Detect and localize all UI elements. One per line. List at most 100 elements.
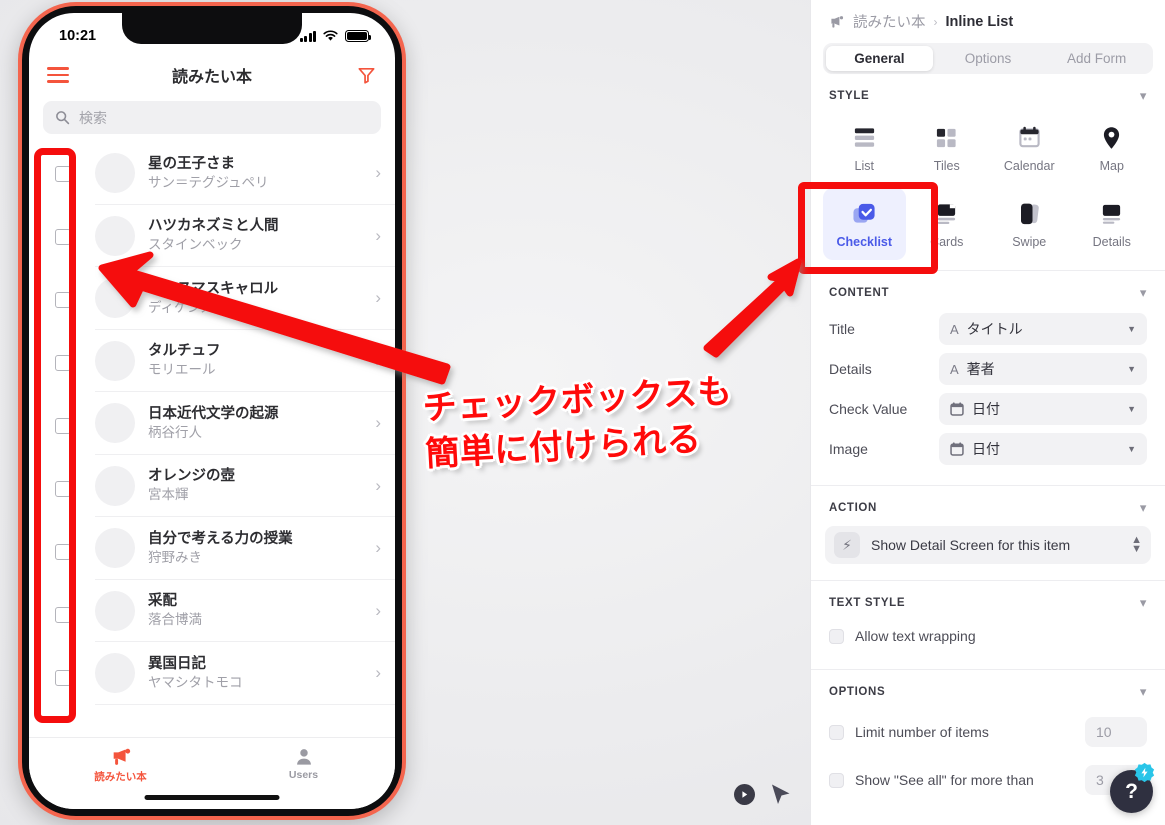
style-label: Map bbox=[1099, 158, 1124, 173]
bottom-tab-bar: 読みたい本 Users bbox=[29, 737, 395, 809]
tab-options[interactable]: Options bbox=[935, 46, 1042, 71]
text-A-icon: A bbox=[950, 321, 959, 337]
title-select[interactable]: A タイトル ▼ bbox=[939, 313, 1147, 345]
breadcrumb-app[interactable]: 読みたい本 bbox=[853, 11, 926, 32]
tab-label: Users bbox=[288, 769, 319, 781]
section-header-content[interactable]: CONTENT ▾ bbox=[811, 271, 1165, 309]
section-header-text-style[interactable]: TEXT STYLE ▾ bbox=[811, 581, 1165, 619]
option-limit-number-of-items[interactable]: Limit number of items 10 bbox=[811, 708, 1165, 756]
search-input[interactable]: 検索 bbox=[43, 101, 381, 134]
filter-funnel-icon[interactable] bbox=[356, 65, 377, 86]
chevron-down-icon[interactable]: ▾ bbox=[1140, 500, 1147, 516]
item-subtitle: モリエール bbox=[148, 362, 216, 378]
chevron-down-icon: ▼ bbox=[1127, 324, 1136, 334]
annotation-highlight-checkbox-column bbox=[34, 148, 76, 723]
mouse-pointer-icon bbox=[772, 784, 790, 804]
item-title: タルチュフ bbox=[148, 343, 221, 360]
phone-screen: 10:21 読みたい本 検索 星の王子さま サン＝テグジュペリ › ハツカネズミ… bbox=[29, 13, 395, 809]
item-title: ハツカネズミと人間 bbox=[148, 218, 279, 235]
item-subtitle: ヤマシタトモコ bbox=[148, 674, 243, 690]
battery-icon bbox=[345, 30, 372, 42]
content-field-check-value: Check Value 日付 ▼ bbox=[811, 389, 1165, 429]
list-item[interactable]: クリスマスキャロル ディケンズ › bbox=[29, 267, 395, 330]
style-option-swipe[interactable]: Swipe bbox=[988, 188, 1071, 260]
breadcrumb: 読みたい本 › Inline List bbox=[811, 0, 1165, 38]
app-header: 読みたい本 bbox=[29, 53, 395, 97]
chevron-right-icon: › bbox=[375, 475, 381, 495]
details-icon bbox=[1100, 200, 1123, 228]
chevron-right-icon: › bbox=[375, 600, 381, 620]
list-item[interactable]: タルチュフ モリエール › bbox=[29, 330, 395, 393]
page-title: 読みたい本 bbox=[171, 69, 252, 86]
option-allow-text-wrapping[interactable]: Allow text wrapping bbox=[811, 619, 1165, 653]
item-subtitle: ディケンズ bbox=[148, 299, 214, 315]
calendar-icon bbox=[1018, 124, 1041, 152]
style-label: Tiles bbox=[933, 158, 960, 173]
item-subtitle: 狩野みき bbox=[148, 549, 202, 565]
style-option-map[interactable]: Map bbox=[1071, 112, 1154, 184]
action-select[interactable]: ⚡ Show Detail Screen for this item ▲ ▼ bbox=[825, 526, 1151, 564]
style-option-tiles[interactable]: Tiles bbox=[906, 112, 989, 184]
section-header-style[interactable]: STYLE ▾ bbox=[811, 74, 1165, 112]
chevron-down-icon[interactable]: ▾ bbox=[1140, 88, 1147, 104]
style-option-details[interactable]: Details bbox=[1071, 188, 1154, 260]
item-title: 日本近代文学の起源 bbox=[148, 405, 279, 422]
checkbox[interactable] bbox=[829, 772, 844, 788]
style-option-list[interactable]: List bbox=[823, 112, 906, 184]
tab-general[interactable]: General bbox=[826, 46, 933, 71]
avatar bbox=[95, 153, 135, 194]
style-option-calendar[interactable]: Calendar bbox=[988, 112, 1071, 184]
avatar bbox=[95, 340, 135, 381]
chevron-down-icon[interactable]: ▾ bbox=[1140, 684, 1147, 700]
list-item[interactable]: ハツカネズミと人間 スタインベック › bbox=[29, 205, 395, 268]
up-down-chevron-icon[interactable]: ▲ ▼ bbox=[1131, 534, 1142, 554]
content-field-title: Title A タイトル ▼ bbox=[811, 309, 1165, 349]
section-title: OPTIONS bbox=[829, 686, 886, 698]
panel-tabs: General Options Add Form bbox=[823, 43, 1153, 74]
chevron-down-icon[interactable]: ▾ bbox=[1140, 285, 1147, 301]
calendar-icon bbox=[950, 402, 964, 416]
avatar bbox=[95, 215, 135, 256]
avatar bbox=[95, 590, 135, 631]
item-title: 采配 bbox=[148, 593, 177, 610]
style-label: List bbox=[854, 158, 874, 173]
section-title: TEXT STYLE bbox=[829, 597, 906, 609]
chevron-down-icon: ▼ bbox=[1127, 404, 1136, 414]
section-header-options[interactable]: OPTIONS ▾ bbox=[811, 670, 1165, 708]
item-title: 星の王子さま bbox=[148, 155, 235, 172]
checkbox[interactable] bbox=[829, 724, 844, 740]
annotation-text: チェックボックスも 簡単に付けられる bbox=[422, 369, 736, 477]
content-field-details: Details A 著者 ▼ bbox=[811, 349, 1165, 389]
chevron-right-icon: › bbox=[375, 225, 381, 245]
tab-users[interactable]: Users bbox=[212, 747, 395, 781]
list-item[interactable]: 異国日記 ヤマシタトモコ › bbox=[29, 642, 395, 705]
tab-reading-list[interactable]: 読みたい本 bbox=[29, 747, 212, 784]
section-header-action[interactable]: ACTION ▾ bbox=[811, 486, 1165, 524]
calendar-icon bbox=[950, 442, 964, 456]
hamburger-menu-icon[interactable] bbox=[47, 67, 69, 83]
option-label: Limit number of items bbox=[855, 724, 989, 740]
limit-items-input[interactable]: 10 bbox=[1085, 717, 1147, 747]
list-item[interactable]: 采配 落合博満 › bbox=[29, 580, 395, 643]
item-subtitle: サン＝テグジュペリ bbox=[148, 174, 269, 190]
check-value-select[interactable]: 日付 ▼ bbox=[939, 393, 1147, 425]
cellular-bars-icon bbox=[299, 30, 316, 42]
content-field-image: Image 日付 ▼ bbox=[811, 429, 1165, 469]
annotation-highlight-checklist-style bbox=[798, 182, 938, 274]
section-title: STYLE bbox=[829, 90, 870, 102]
list-item[interactable]: 日本近代文学の起源 柄谷行人 › bbox=[29, 392, 395, 455]
checkbox[interactable] bbox=[829, 628, 844, 644]
cards-icon bbox=[935, 200, 958, 228]
tab-add-form[interactable]: Add Form bbox=[1043, 46, 1150, 71]
image-select[interactable]: 日付 ▼ bbox=[939, 433, 1147, 465]
list-item[interactable]: 星の王子さま サン＝テグジュペリ › bbox=[29, 142, 395, 205]
chevron-right-icon: › bbox=[375, 163, 381, 183]
avatar bbox=[95, 528, 135, 569]
list-item[interactable]: 自分で考える力の授業 狩野みき › bbox=[29, 517, 395, 580]
details-select[interactable]: A 著者 ▼ bbox=[939, 353, 1147, 385]
map-pin-icon bbox=[1101, 124, 1122, 152]
list-item[interactable]: オレンジの壺 宮本輝 › bbox=[29, 455, 395, 518]
play-button[interactable] bbox=[728, 778, 760, 810]
tiles-icon bbox=[935, 124, 958, 152]
chevron-down-icon[interactable]: ▾ bbox=[1140, 595, 1147, 611]
